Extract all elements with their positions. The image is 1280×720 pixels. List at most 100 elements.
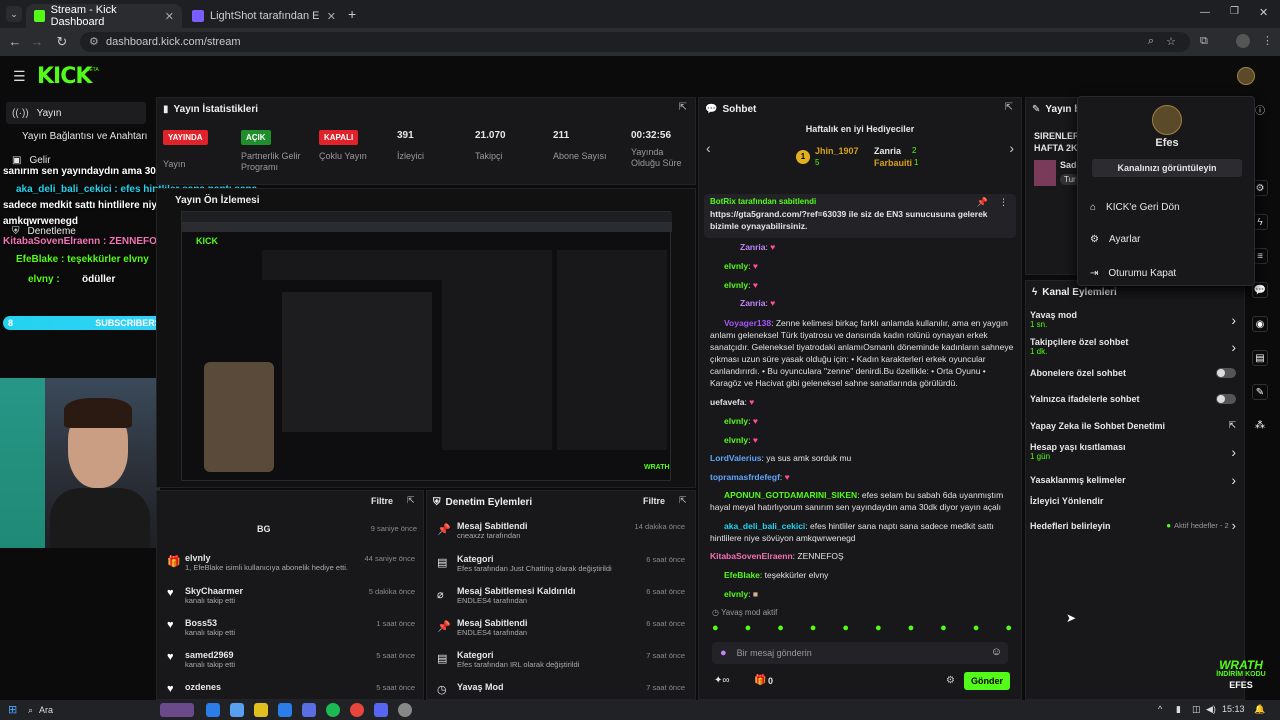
volume-icon[interactable]: ◀)	[1206, 704, 1216, 715]
taskbar-search[interactable]: ⌕ Ara	[28, 702, 148, 718]
kick-logo[interactable]: KICK	[37, 64, 92, 89]
channel-action-emote-only[interactable]: Yalnızca ifadelerle sohbet	[1030, 394, 1236, 404]
url-input[interactable]: ⚙ dashboard.kick.com/stream ⌕ ☆	[80, 32, 1190, 52]
window-close-icon[interactable]: ✕	[1259, 6, 1268, 19]
archive-icon[interactable]: ▤	[1252, 350, 1268, 366]
discord-icon[interactable]	[374, 703, 388, 717]
channel-action-slow-mode[interactable]: Yavaş mod 1 sn. ›	[1030, 310, 1236, 329]
bookmark-star-icon[interactable]: ☆	[1166, 35, 1176, 48]
mic-icon[interactable]: ●	[720, 647, 727, 659]
app-icon[interactable]	[278, 703, 292, 717]
app-icon[interactable]	[206, 703, 220, 717]
tab-lightshot[interactable]: LightShot tarafından Ekran Gör ✕	[184, 4, 344, 28]
profile-avatar[interactable]	[1236, 34, 1250, 48]
emote-icon[interactable]: ●	[908, 622, 915, 636]
chevron-right-icon: ›	[1231, 338, 1236, 355]
popout-icon[interactable]: ⇱	[407, 495, 415, 506]
points-icon[interactable]: ✦∞	[714, 675, 730, 686]
popout-icon[interactable]: ⇱	[679, 495, 687, 506]
preview-video[interactable]: KICK WRATH	[181, 211, 672, 481]
chrome-icon[interactable]	[350, 703, 364, 717]
site-info-icon[interactable]: ⚙	[89, 35, 99, 48]
channel-action-banned-words[interactable]: Yasaklanmış kelimeler ›	[1030, 472, 1236, 488]
emoji-icon[interactable]: ☺	[991, 646, 1002, 658]
chat-icon[interactable]: 💬	[1252, 282, 1268, 298]
spotify-icon[interactable]	[326, 703, 340, 717]
view-channel-button[interactable]: Kanalınızı görüntüleyin	[1092, 159, 1242, 177]
wrench-icon[interactable]: ✎	[1252, 384, 1268, 400]
send-button[interactable]: Gönder	[964, 672, 1010, 690]
minimize-icon[interactable]: —	[1200, 7, 1210, 18]
gift-icon[interactable]: 🎁	[754, 675, 766, 686]
filter-button[interactable]: Filtre	[371, 496, 393, 506]
restore-icon[interactable]: ❐	[1230, 6, 1239, 17]
sidebar-item-yayin[interactable]: ((·)) Yayın	[6, 102, 146, 124]
chevron-left-icon[interactable]: ‹	[706, 140, 711, 156]
sidebar-item-stream-key[interactable]: Yayın Bağlantısı ve Anahtarı	[22, 131, 147, 142]
pin-icon[interactable]: 📌	[977, 197, 988, 208]
explorer-icon[interactable]	[254, 703, 268, 717]
app-icon[interactable]	[230, 703, 244, 717]
emote-icon[interactable]: ●	[842, 622, 849, 636]
new-tab-icon[interactable]: +	[348, 6, 356, 22]
emote-only-toggle[interactable]	[1216, 394, 1236, 404]
close-icon[interactable]: ✕	[327, 10, 336, 23]
back-icon[interactable]: ←	[4, 34, 26, 49]
taskbar-widget-icon[interactable]	[160, 703, 194, 717]
emote-icon[interactable]: ●	[973, 622, 980, 636]
tab-stream[interactable]: Stream - Kick Dashboard ✕	[26, 4, 182, 28]
emote-icon[interactable]: ●	[875, 622, 882, 636]
stat-viewers: 391 İzleyici	[397, 130, 425, 161]
reload-icon[interactable]: ↻	[51, 34, 73, 50]
chart-icon: ▮	[163, 103, 169, 115]
forward-icon[interactable]: →	[26, 34, 48, 49]
gifter-name: Zanria	[874, 146, 902, 156]
chat-input[interactable]: ● Bir mesaj gönderin ☺	[712, 642, 1008, 664]
app-icon[interactable]	[302, 703, 316, 717]
notification-icon[interactable]: 🔔	[1254, 704, 1265, 715]
user-avatar[interactable]	[1237, 67, 1255, 85]
menu-item-logout[interactable]: ⇥ Oturumu Kapat	[1090, 268, 1176, 279]
subscribers-only-toggle[interactable]	[1216, 368, 1236, 378]
filter-button[interactable]: Filtre	[643, 496, 665, 506]
app-icon[interactable]	[398, 703, 412, 717]
channel-action-host[interactable]: İzleyici Yönlendir	[1030, 496, 1236, 506]
emote-icon[interactable]: ●	[777, 622, 784, 636]
menu-item-back-to-kick[interactable]: ⌂ KICK'e Geri Dön	[1090, 202, 1180, 213]
clock-text[interactable]: 15:13	[1222, 704, 1245, 714]
nodes-icon[interactable]: ⁂	[1252, 418, 1268, 434]
channel-action-account-age[interactable]: Hesap yaşı kısıtlaması 1 gün ›	[1030, 442, 1236, 461]
channel-action-goals[interactable]: Hedefleri belirleyin ● Aktif hedefler - 2 ›	[1030, 518, 1236, 533]
chevron-right-icon[interactable]: ›	[1009, 140, 1014, 156]
close-icon[interactable]: ✕	[165, 10, 174, 23]
menu-item-settings[interactable]: ⚙ Ayarlar	[1090, 234, 1140, 245]
channel-action-ai-moderation[interactable]: Yapay Zeka ile Sohbet Denetimi ⇱	[1030, 420, 1236, 431]
emote-icon[interactable]: ●	[745, 622, 752, 636]
channel-action-followers-only[interactable]: Takipçilere özel sohbet 1 dk. ›	[1030, 337, 1236, 356]
popout-icon[interactable]: ⇱	[679, 102, 687, 113]
webcam-feed	[0, 378, 160, 548]
windows-start-icon[interactable]: ⊞	[8, 703, 17, 716]
extensions-icon[interactable]: ⧉	[1200, 35, 1208, 48]
emote-icon[interactable]: ●	[810, 622, 817, 636]
network-icon[interactable]: ◫	[1192, 704, 1201, 715]
folder-icon: ▤	[437, 557, 448, 569]
broadcast-icon[interactable]: ◉	[1252, 316, 1268, 332]
pinned-message: BotRix tarafından sabitlendi https://gta…	[704, 194, 1016, 238]
emote-icon[interactable]: ●	[1005, 622, 1012, 636]
tray-icon[interactable]: ▮	[1176, 704, 1181, 715]
tab-search-icon[interactable]: ⌄	[6, 6, 22, 22]
more-icon[interactable]: ⋮	[999, 197, 1008, 208]
chat-message: uefavefa: ♥	[710, 397, 755, 407]
zoom-icon[interactable]: ⌕	[1148, 35, 1154, 48]
emote-icon[interactable]: ●	[940, 622, 947, 636]
gifter-name: Farbauiti	[874, 158, 913, 168]
menu-dots-icon[interactable]: ⋮	[1262, 34, 1273, 47]
chat-message: elvnly: ♥	[724, 435, 758, 445]
popout-icon[interactable]: ⇱	[1005, 102, 1013, 113]
gear-icon[interactable]: ⚙	[946, 675, 955, 686]
tray-chevron-icon[interactable]: ^	[1158, 704, 1162, 714]
hamburger-icon[interactable]: ☰	[13, 68, 26, 85]
channel-action-subscribers-only[interactable]: Abonelere özel sohbet	[1030, 368, 1236, 378]
emote-icon[interactable]: ●	[712, 622, 719, 636]
